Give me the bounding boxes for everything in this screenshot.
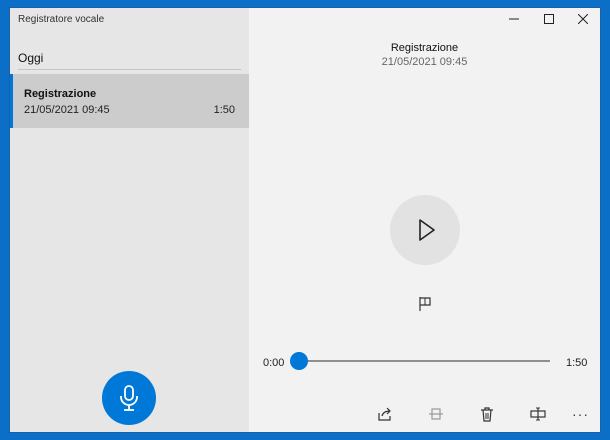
minimize-button[interactable] bbox=[497, 8, 531, 30]
maximize-icon bbox=[544, 14, 554, 24]
record-button[interactable] bbox=[102, 371, 156, 425]
section-divider bbox=[18, 69, 241, 70]
add-marker-button[interactable] bbox=[418, 296, 432, 317]
seek-bar[interactable] bbox=[290, 352, 550, 370]
voice-recorder-window: Registratore vocale Oggi Registrazione 2… bbox=[10, 8, 600, 432]
flag-icon bbox=[419, 297, 431, 311]
close-icon bbox=[578, 14, 588, 24]
recording-timestamp: 21/05/2021 09:45 bbox=[381, 56, 468, 68]
recordings-pane: Registratore vocale Oggi Registrazione 2… bbox=[10, 8, 249, 432]
more-options-button[interactable]: ··· bbox=[572, 406, 589, 422]
playback-pane: Registrazione 21/05/2021 09:45 0:00 1:50 bbox=[249, 8, 600, 432]
share-icon bbox=[378, 407, 391, 421]
recording-list-item[interactable]: Registrazione 21/05/2021 09:45 1:50 bbox=[10, 74, 249, 128]
app-title: Registratore vocale bbox=[18, 14, 105, 25]
trim-button[interactable] bbox=[425, 405, 447, 425]
play-icon bbox=[419, 219, 435, 241]
play-button[interactable] bbox=[390, 195, 460, 265]
recording-date: 21/05/2021 09:45 bbox=[24, 104, 110, 116]
selection-accent bbox=[10, 74, 13, 128]
recording-name: Registrazione bbox=[24, 88, 97, 100]
section-today: Oggi bbox=[18, 51, 44, 65]
delete-icon bbox=[481, 407, 493, 422]
rename-button[interactable] bbox=[527, 405, 549, 425]
current-time: 0:00 bbox=[263, 357, 285, 369]
maximize-button[interactable] bbox=[532, 8, 566, 30]
share-button[interactable] bbox=[374, 405, 396, 425]
minimize-icon bbox=[509, 18, 519, 20]
microphone-icon bbox=[120, 385, 138, 411]
rename-icon bbox=[530, 407, 546, 421]
recording-title: Registrazione bbox=[390, 42, 459, 54]
recording-duration: 1:50 bbox=[213, 104, 235, 116]
delete-button[interactable] bbox=[476, 405, 498, 425]
seek-thumb[interactable] bbox=[290, 352, 308, 370]
total-time: 1:50 bbox=[566, 357, 588, 369]
trim-icon bbox=[429, 408, 443, 420]
close-button[interactable] bbox=[566, 8, 600, 30]
